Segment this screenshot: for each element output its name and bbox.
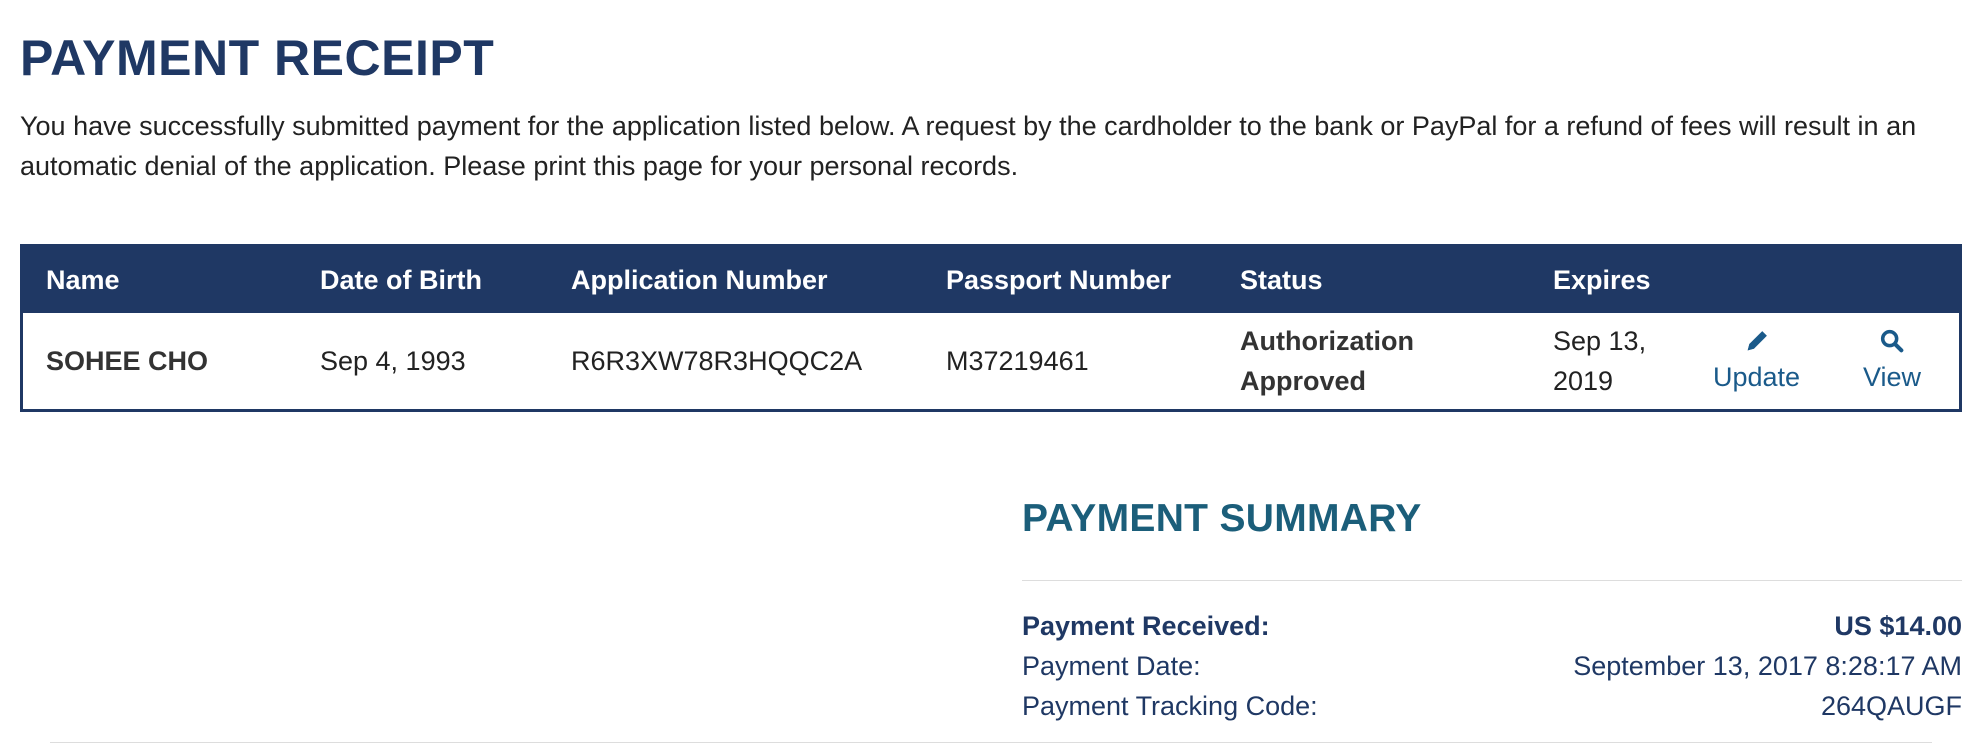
expires-value: Sep 13, 2019 [1553,326,1647,396]
payment-received-value: US $14.00 [1834,611,1962,641]
payment-received-row: Payment Received: US $14.00 [1022,606,1962,646]
status-value: Authorization Approved [1240,326,1414,396]
tracking-code-row: Payment Tracking Code: 264QAUGF [1022,686,1962,726]
payment-received-label: Payment Received: [1022,611,1270,641]
view-button[interactable]: View [1863,327,1921,395]
application-table: Name Date of Birth Application Number Pa… [20,244,1962,412]
date-of-birth: Sep 4, 1993 [320,346,466,376]
tracking-code-value: 264QAUGF [1820,691,1962,721]
header-passport-number: Passport Number [946,265,1172,295]
payment-date-value: September 13, 2017 8:28:17 AM [1573,651,1962,681]
search-icon [1880,329,1904,353]
summary-title: PAYMENT SUMMARY [1022,497,1422,540]
update-label: Update [1713,362,1801,392]
view-label: View [1863,362,1922,392]
payment-receipt-page: PAYMENT RECEIPT You have successfully su… [0,0,1984,756]
table-header: Name Date of Birth Application Number Pa… [23,247,1959,313]
applicant-name: SOHEE CHO [46,346,209,376]
summary-divider [1022,580,1962,581]
update-button[interactable]: Update [1713,327,1800,395]
header-status: Status [1240,265,1323,295]
intro-text: You have successfully submitted payment … [20,111,1917,181]
payment-summary: PAYMENT SUMMARY Payment Received: US $14… [1022,494,1962,721]
page-title: PAYMENT RECEIPT [20,30,495,86]
payment-date-row: Payment Date: September 13, 2017 8:28:17… [1022,646,1962,686]
passport-number: M37219461 [946,346,1089,376]
tracking-code-label: Payment Tracking Code: [1022,691,1318,721]
table-row: SOHEE CHO Sep 4, 1993 R6R3XW78R3HQQC2A M… [23,313,1959,409]
header-application-number: Application Number [571,265,828,295]
header-date-of-birth: Date of Birth [320,265,482,295]
header-name: Name [46,265,120,295]
bottom-divider [50,742,1932,743]
pencil-icon [1747,331,1767,351]
application-number: R6R3XW78R3HQQC2A [571,346,863,376]
header-expires: Expires [1553,265,1651,295]
payment-date-label: Payment Date: [1022,651,1201,681]
